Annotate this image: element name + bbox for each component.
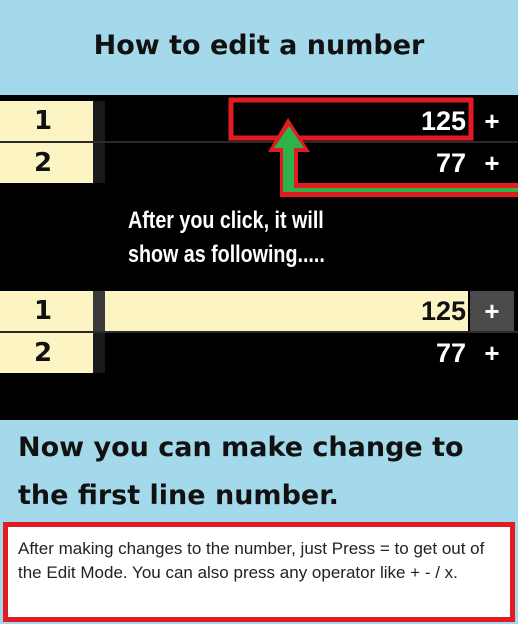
row-index: 1 — [0, 291, 93, 331]
calculator-panel-after: 1 125 + 2 77 + — [0, 285, 518, 420]
row-value-editing[interactable]: 125 — [105, 291, 468, 331]
highlight-box — [228, 97, 474, 141]
instruction-heading: Now you can make change to the first lin… — [18, 432, 464, 511]
list-item: 2 77 + — [0, 333, 518, 373]
row-value[interactable]: 77 — [105, 333, 468, 373]
row-index: 2 — [0, 333, 93, 373]
plus-button[interactable]: + — [470, 333, 514, 373]
plus-button[interactable]: + — [470, 291, 514, 331]
callout-text: After you click, it will show as followi… — [128, 207, 325, 268]
note-box: After making changes to the number, just… — [3, 522, 515, 622]
note-text: After making changes to the number, just… — [18, 539, 485, 582]
list-item: 1 125 + — [0, 291, 518, 331]
arrow-up-icon — [268, 118, 518, 197]
